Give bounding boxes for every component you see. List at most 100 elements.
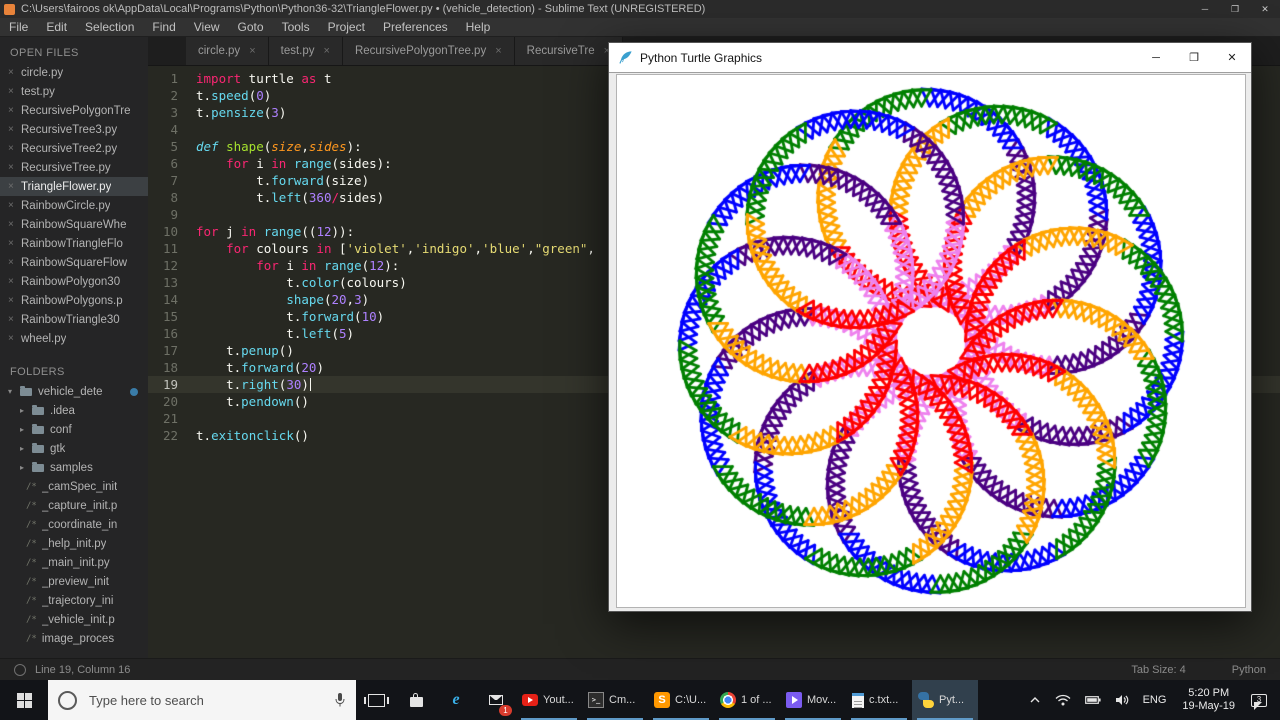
menu-selection[interactable]: Selection [76,20,143,34]
close-file-icon[interactable]: × [8,219,21,230]
file-icon: /* [26,519,37,530]
close-file-icon[interactable]: × [8,257,21,268]
tray-battery[interactable] [1078,680,1108,720]
menu-project[interactable]: Project [319,20,374,34]
open-file-item[interactable]: × TriangleFlower.py [0,177,148,196]
close-file-icon[interactable]: × [8,276,21,287]
subfolder-item[interactable]: ▸ samples [0,458,148,477]
turtle-canvas[interactable] [616,74,1246,608]
close-file-icon[interactable]: × [8,181,21,192]
folder-file-item[interactable]: /* _coordinate_in [0,515,148,534]
close-file-icon[interactable]: × [8,67,21,78]
open-file-item[interactable]: × wheel.py [0,329,148,348]
open-file-item[interactable]: × RainbowCircle.py [0,196,148,215]
turtle-minimize-icon[interactable]: ─ [1137,43,1175,72]
tab-test-py[interactable]: test.py × [268,37,343,65]
tab-close-icon[interactable]: × [249,45,255,57]
menu-help[interactable]: Help [457,20,500,34]
tab-size-indicator[interactable]: Tab Size: 4 [1131,664,1185,676]
menu-edit[interactable]: Edit [37,20,76,34]
close-file-icon[interactable]: × [8,314,21,325]
search-input[interactable] [87,691,334,709]
taskbar-app-cmd[interactable]: Cm... [582,680,648,720]
open-file-item[interactable]: × RecursiveTree3.py [0,120,148,139]
taskbar-app-notepad[interactable]: c.txt... [846,680,912,720]
cmd-icon [588,692,604,708]
folder-file-item[interactable]: /* _camSpec_init [0,477,148,496]
taskbar-app-chrome[interactable]: 1 of ... [714,680,780,720]
taskbar-app-mail[interactable]: 1 [476,680,516,720]
tab-recursivetre[interactable]: RecursiveTre × [514,37,624,65]
tab-close-icon[interactable]: × [324,45,330,57]
open-file-item[interactable]: × test.py [0,82,148,101]
open-file-item[interactable]: × RainbowPolygons.p [0,291,148,310]
close-file-icon[interactable]: × [8,105,21,116]
minimize-icon[interactable]: ─ [1190,0,1220,18]
tray-volume[interactable] [1108,680,1136,720]
close-icon[interactable]: ✕ [1250,0,1280,18]
window-title: C:\Users\fairoos ok\AppData\Local\Progra… [21,3,706,15]
menu-view[interactable]: View [185,20,229,34]
taskbar-app-movies[interactable]: Mov... [780,680,846,720]
close-file-icon[interactable]: × [8,86,21,97]
close-file-icon[interactable]: × [8,143,21,154]
tray-chevron-button[interactable] [1022,680,1048,720]
close-file-icon[interactable]: × [8,162,21,173]
open-file-item[interactable]: × RainbowPolygon30 [0,272,148,291]
close-file-icon[interactable]: × [8,333,21,344]
start-button[interactable] [0,680,48,720]
taskbar-app-youtube[interactable]: Yout... [516,680,582,720]
menu-preferences[interactable]: Preferences [374,20,457,34]
turtle-close-icon[interactable]: ✕ [1213,43,1251,72]
turtle-window-titlebar[interactable]: Python Turtle Graphics ─ ❐ ✕ [609,43,1251,73]
menu-find[interactable]: Find [143,20,184,34]
close-file-icon[interactable]: × [8,238,21,249]
tray-language[interactable]: ENG [1136,680,1174,720]
open-file-item[interactable]: × RainbowSquareFlow [0,253,148,272]
subfolder-item[interactable]: ▸ .idea [0,401,148,420]
action-center-button[interactable]: 3 [1244,680,1274,720]
microphone-icon[interactable] [334,692,346,708]
folder-file-item[interactable]: /* _help_init.py [0,534,148,553]
taskbar-app-python[interactable]: Pyt... [912,680,978,720]
open-file-item[interactable]: × RainbowTriangle30 [0,310,148,329]
open-file-item[interactable]: × circle.py [0,63,148,82]
folder-file-item[interactable]: /* _main_init.py [0,553,148,572]
clock-date: 19-May-19 [1182,700,1235,712]
status-right: Tab Size: 4 Python [1131,664,1266,676]
tray-clock[interactable]: 5:20 PM 19-May-19 [1173,687,1244,713]
tab-circle-py[interactable]: circle.py × [186,37,269,65]
subfolder-item[interactable]: ▸ conf [0,420,148,439]
close-file-icon[interactable]: × [8,295,21,306]
folder-file-item[interactable]: /* _trajectory_ini [0,591,148,610]
menu-tools[interactable]: Tools [273,20,319,34]
open-file-item[interactable]: × RainbowSquareWhe [0,215,148,234]
open-file-item[interactable]: × RecursivePolygonTre [0,101,148,120]
taskbar-app-sublime[interactable]: C:\U... [648,680,714,720]
tray-network[interactable] [1048,680,1078,720]
close-file-icon[interactable]: × [8,124,21,135]
taskbar-app-edge[interactable]: e [436,680,476,720]
folder-file-item[interactable]: /* _capture_init.p [0,496,148,515]
menu-goto[interactable]: Goto [229,20,273,34]
subfolder-item[interactable]: ▸ gtk [0,439,148,458]
folder-file-item[interactable]: /* image_proces [0,629,148,648]
taskbar-app-store[interactable] [396,680,436,720]
folder-item-root[interactable]: ▾ vehicle_dete [0,382,148,401]
folder-file-item[interactable]: /* _preview_init [0,572,148,591]
open-file-item[interactable]: × RecursiveTree2.py [0,139,148,158]
open-file-item[interactable]: × RainbowTriangleFlo [0,234,148,253]
turtle-maximize-icon[interactable]: ❐ [1175,43,1213,72]
taskbar-search[interactable] [48,680,356,720]
folder-file-item[interactable]: /* _vehicle_init.p [0,610,148,629]
tab-recursivepolygontree-py[interactable]: RecursivePolygonTree.py × [342,37,515,65]
file-name: _capture_init.p [41,499,118,512]
tab-close-icon[interactable]: × [495,45,501,57]
menu-file[interactable]: File [0,20,37,34]
task-view-button[interactable] [356,680,396,720]
maximize-icon[interactable]: ❐ [1220,0,1250,18]
close-file-icon[interactable]: × [8,200,21,211]
syntax-indicator[interactable]: Python [1232,664,1266,676]
open-file-item[interactable]: × RecursiveTree.py [0,158,148,177]
notification-icon: 3 [1251,693,1267,710]
